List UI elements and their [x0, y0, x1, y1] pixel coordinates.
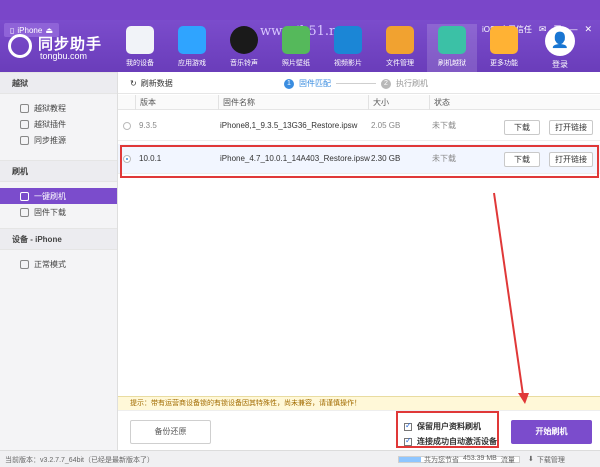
nav-flash-jailbreak[interactable]: 刷机越狱 — [427, 24, 477, 72]
row-radio[interactable] — [123, 155, 131, 163]
download-icon — [20, 207, 29, 217]
main-toolbar: ↻ 刷新数据 1 固件匹配 2 执行刷机 — [118, 72, 600, 94]
step-divider — [336, 83, 376, 84]
nav-photos[interactable]: 照片壁纸 — [271, 24, 321, 72]
open-link-button[interactable]: 打开链接 — [549, 152, 593, 167]
main-panel: ↻ 刷新数据 1 固件匹配 2 执行刷机 版本 固件名称 大小 状态 9.3.5… — [118, 72, 600, 450]
close-icon[interactable]: ✕ — [584, 23, 592, 35]
backup-restore-button[interactable]: 备份还原 — [130, 420, 211, 444]
login-button[interactable]: 登录 — [545, 59, 575, 70]
checkbox-checked-icon — [404, 436, 412, 446]
download-button[interactable]: 下载 — [504, 152, 540, 167]
checkbox-checked-icon — [404, 421, 412, 431]
flash-item-icon — [20, 191, 29, 201]
table-row[interactable]: 9.3.5 iPhone8,1_9.3.5_13G36_Restore.ipsw… — [118, 111, 600, 141]
device-mode-icon — [20, 259, 29, 269]
title-bar — [0, 0, 600, 20]
col-status: 状态 — [429, 95, 600, 110]
step-1-dot: 1 — [284, 78, 294, 89]
folder-icon — [386, 26, 414, 54]
photo-icon — [282, 26, 310, 54]
download-manager-button[interactable]: ⬇ 下载管理 — [528, 455, 565, 465]
doc-icon — [20, 103, 29, 113]
nav-files[interactable]: 文件管理 — [375, 24, 425, 72]
step-2-dot: 2 — [381, 78, 391, 89]
download-manager-icon: ⬇ — [528, 456, 534, 463]
music-icon — [230, 26, 258, 54]
phone-icon — [126, 26, 154, 54]
refresh-button[interactable]: ↻ 刷新数据 — [130, 78, 173, 89]
refresh-icon: ↻ — [130, 79, 137, 88]
sidebar-section-jailbreak: 越狱 — [0, 72, 117, 94]
flash-icon — [438, 26, 466, 54]
sidebar-item-jailbreak-tutorial[interactable]: 越狱教程 — [0, 100, 117, 116]
nav-app-games[interactable]: 应用游戏 — [167, 24, 217, 72]
sidebar-item-jailbreak-plugins[interactable]: 越狱插件 — [0, 116, 117, 132]
sidebar: 越狱 越狱教程 越狱插件 同步推源 刷机 一键刷机 固件下载 设备 - iPho… — [0, 72, 118, 450]
auto-activate-checkbox[interactable]: 连接成功自动激活设备 — [404, 436, 497, 447]
tongbu-logo-icon — [8, 34, 32, 58]
col-filename: 固件名称 — [218, 95, 368, 110]
brand-domain: tongbu.com — [40, 51, 88, 61]
keep-data-checkbox[interactable]: 保留用户资料刷机 — [404, 421, 481, 432]
nav-more[interactable]: 更多功能 — [479, 24, 529, 72]
firmware-table-header: 版本 固件名称 大小 状态 — [118, 95, 600, 110]
status-bar: 当前版本：v3.2.7.7_64bit（已经是最新版本了） 共为您节省 453.… — [0, 450, 600, 467]
nav-video[interactable]: 视频影片 — [323, 24, 373, 72]
sidebar-item-one-click-flash[interactable]: 一键刷机 — [0, 188, 117, 204]
table-row[interactable]: 10.0.1 iPhone_4.7_10.0.1_14A403_Restore.… — [118, 144, 600, 174]
version-info: 当前版本：v3.2.7.7_64bit（已经是最新版本了） — [5, 457, 154, 464]
nav-music[interactable]: 音乐铃声 — [219, 24, 269, 72]
step-2-label: 执行刷机 — [396, 79, 428, 88]
avatar-icon[interactable]: 👤 — [545, 26, 575, 56]
download-button[interactable]: 下载 — [504, 120, 540, 135]
brand-logo: 同步助手 tongbu.com — [8, 30, 108, 66]
mail-icon[interactable]: ✉ — [539, 23, 547, 35]
row-radio[interactable] — [123, 122, 131, 130]
sidebar-section-device: 设备 - iPhone — [0, 228, 117, 250]
sidebar-section-flash: 刷机 — [0, 160, 117, 182]
sidebar-item-normal-mode[interactable]: 正常模式 — [0, 256, 117, 272]
action-bar: 备份还原 保留用户资料刷机 连接成功自动激活设备 开始刷机 — [118, 410, 600, 450]
open-link-button[interactable]: 打开链接 — [549, 120, 593, 135]
plugin-icon — [20, 119, 29, 129]
more-icon — [490, 26, 518, 54]
source-icon — [20, 135, 29, 145]
nav-my-device[interactable]: 我的设备 — [115, 24, 165, 72]
header: ▯ iPhone ⏏ www.jb51.net iOS9应用信任 ✉ ☰ — ✕… — [0, 20, 600, 72]
col-size: 大小 — [368, 95, 428, 110]
video-icon — [334, 26, 362, 54]
storage-saved-info: 共为您节省 453.39 MB 流量 — [424, 455, 515, 464]
flash-steps: 1 固件匹配 2 执行刷机 — [284, 78, 428, 89]
start-flash-button[interactable]: 开始刷机 — [511, 420, 592, 444]
step-1-label: 固件匹配 — [299, 79, 331, 88]
col-version: 版本 — [135, 95, 217, 110]
sidebar-item-firmware-download[interactable]: 固件下载 — [0, 204, 117, 220]
appstore-icon — [178, 26, 206, 54]
sidebar-item-tongbu-source[interactable]: 同步推源 — [0, 132, 117, 148]
storage-saved-fill — [399, 457, 421, 462]
warning-notice: 提示：带有运营商设备锁的有锁设备因其特殊性，尚未兼容，请谨慎操作！ — [118, 396, 600, 410]
